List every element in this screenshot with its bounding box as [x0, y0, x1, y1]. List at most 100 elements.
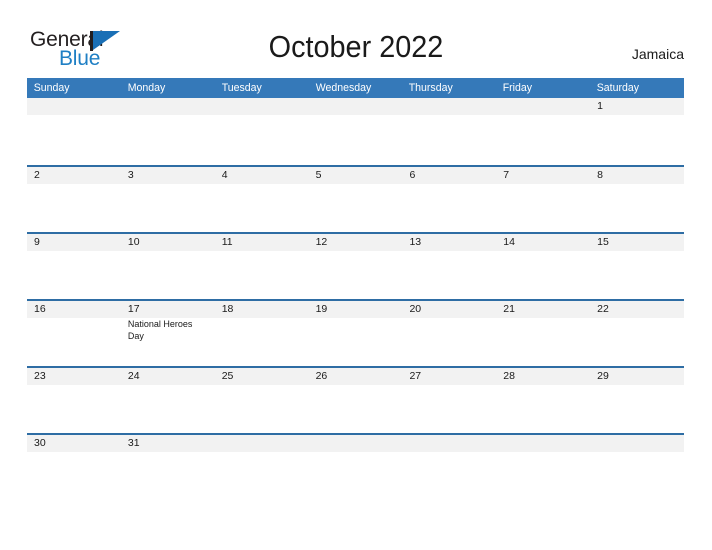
calendar-week-row: 23 24 25 26 27 28 29: [27, 366, 684, 433]
day-cell-events-empty: [402, 385, 496, 433]
day-cell-number[interactable]: 15: [590, 234, 684, 251]
week-day-number-band: 9 10 11 12 13 14 15: [27, 234, 684, 251]
day-cell-events-empty: [309, 318, 403, 366]
day-cell-events-empty: [590, 318, 684, 366]
day-cell-events-empty: [121, 452, 215, 500]
day-cell-events-empty: [27, 115, 121, 163]
day-cell-number[interactable]: 27: [402, 368, 496, 385]
page-header: General Blue October 2022 Jamaica: [0, 0, 712, 76]
day-cell-number[interactable]: 3: [121, 167, 215, 184]
day-cell-events-empty: [121, 385, 215, 433]
day-cell-number[interactable]: 4: [215, 167, 309, 184]
week-day-number-band: 1: [27, 98, 684, 115]
calendar-weeks: 1 2 3 4 5 6 7 8 9 10 11 12 13 14 15 16 17 18 19 20 21 22 Natio…: [27, 98, 684, 500]
day-cell-number[interactable]: 17: [121, 301, 215, 318]
week-day-number-band: 16 17 18 19 20 21 22: [27, 301, 684, 318]
day-cell-events-empty: [590, 115, 684, 163]
weekday-header-tuesday: Tuesday: [221, 82, 262, 94]
day-cell-events-empty: [215, 385, 309, 433]
holiday-label: National Heroes: [127, 319, 193, 329]
day-cell-number[interactable]: 20: [402, 301, 496, 318]
week-day-number-band: 2345678: [27, 167, 684, 184]
day-cell-events-empty: [496, 184, 590, 232]
day-cell-number[interactable]: 9: [27, 234, 121, 251]
weekday-header-wednesday: Wednesday: [315, 82, 371, 94]
day-cell-number[interactable]: 16: [27, 301, 121, 318]
weekday-header-thursday: Thursday: [409, 82, 454, 94]
day-cell-number[interactable]: 26: [309, 368, 403, 385]
week-event-band: [27, 115, 684, 163]
day-cell-events-empty: [215, 184, 309, 232]
day-cell-events-empty: [496, 251, 590, 299]
day-cell-number[interactable]: 28: [496, 368, 590, 385]
day-cell-number[interactable]: 10: [121, 234, 215, 251]
day-cell-number[interactable]: 7: [496, 167, 590, 184]
day-cell-events-empty: [496, 318, 590, 366]
calendar-grid: Sunday Monday Tuesday Wednesday Thursday Frid…: [27, 78, 684, 500]
day-cell-number[interactable]: 14: [496, 234, 590, 251]
day-cell-events-empty: [27, 184, 121, 232]
calendar-week-row: 30 31: [27, 433, 684, 500]
day-cell-events-empty: [27, 385, 121, 433]
weekday-header-saturday: Saturday: [596, 82, 640, 94]
week-event-band: [27, 251, 684, 299]
week-event-band: [27, 452, 684, 500]
day-cell-number[interactable]: 5: [309, 167, 403, 184]
calendar-week-row: 9 10 11 12 13 14 15: [27, 232, 684, 299]
day-cell-events-empty: [402, 452, 496, 500]
holiday-label: Day: [127, 330, 144, 341]
weekday-header-monday: Monday: [127, 82, 166, 94]
day-cell-number[interactable]: 29: [590, 368, 684, 385]
day-cell-number[interactable]: 13: [402, 234, 496, 251]
day-cell-events-empty: [121, 251, 215, 299]
weekday-header-sunday: Sunday: [33, 82, 70, 94]
day-cell-events-empty: [309, 184, 403, 232]
day-cell-number[interactable]: 18: [215, 301, 309, 318]
calendar-week-row: 1: [27, 98, 684, 165]
week-day-number-band: 30 31: [27, 435, 684, 452]
day-cell-events-empty: [27, 318, 121, 366]
day-cell-number[interactable]: 1: [590, 98, 684, 115]
week-event-band: [27, 385, 684, 433]
day-cell-number[interactable]: 23: [27, 368, 121, 385]
day-cell-number[interactable]: 6: [402, 167, 496, 184]
day-cell-events-empty: [309, 385, 403, 433]
calendar-week-row: 16 17 18 19 20 21 22 National Heroes Day: [27, 299, 684, 366]
day-cell-events-empty: [215, 115, 309, 163]
day-cell-events-empty: [496, 452, 590, 500]
day-cell-events-empty: [215, 452, 309, 500]
day-cell-events: National Heroes Day: [121, 318, 215, 366]
day-cell-number[interactable]: 19: [309, 301, 403, 318]
day-cell-events-empty: [309, 452, 403, 500]
day-cell-events-empty: [590, 385, 684, 433]
calendar-page: General Blue October 2022 Jamaica Sunday…: [0, 0, 712, 550]
weekday-header-friday: Friday: [503, 82, 533, 94]
day-cell-number[interactable]: 12: [309, 234, 403, 251]
day-cell-number[interactable]: 24: [121, 368, 215, 385]
day-cell-events-empty: [27, 452, 121, 500]
country-label: Jamaica: [631, 46, 684, 62]
day-cell-events-empty: [402, 184, 496, 232]
day-cell-number[interactable]: 11: [215, 234, 309, 251]
week-day-number-band: 23 24 25 26 27 28 29: [27, 368, 684, 385]
day-cell-events-empty: [590, 184, 684, 232]
day-cell-events-empty: [402, 318, 496, 366]
day-cell-events-empty: [496, 385, 590, 433]
day-cell-events-empty: [402, 115, 496, 163]
day-cell-number[interactable]: 22: [590, 301, 684, 318]
day-cell-events-empty: [496, 115, 590, 163]
day-cell-number[interactable]: 30: [27, 435, 121, 452]
day-cell-events-empty: [309, 251, 403, 299]
week-event-band: [27, 184, 684, 232]
day-cell-number[interactable]: 2: [27, 167, 121, 184]
day-cell-events-empty: [27, 251, 121, 299]
day-cell-events-empty: [121, 115, 215, 163]
day-cell-number[interactable]: 25: [215, 368, 309, 385]
week-event-band: National Heroes Day: [27, 318, 684, 366]
day-cell-number[interactable]: 31: [121, 435, 215, 452]
page-title: October 2022: [268, 29, 444, 64]
day-cell-events-empty: [402, 251, 496, 299]
day-cell-number[interactable]: 8: [590, 167, 684, 184]
day-cell-number[interactable]: 21: [496, 301, 590, 318]
day-cell-events-empty: [590, 452, 684, 500]
